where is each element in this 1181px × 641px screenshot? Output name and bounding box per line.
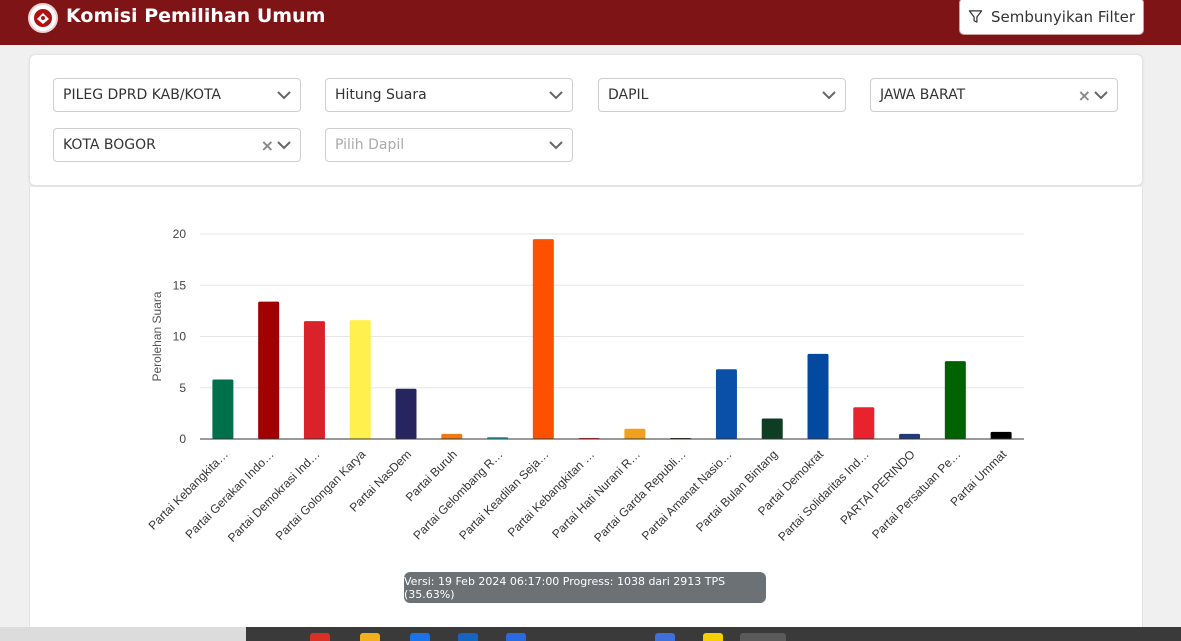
y-axis-label: Perolehan Suara xyxy=(150,291,164,381)
bar-17[interactable] xyxy=(944,361,966,439)
app-icon[interactable] xyxy=(655,633,675,641)
bar-2[interactable] xyxy=(258,301,280,439)
app-icon[interactable] xyxy=(310,633,330,641)
y-tick-label: 20 xyxy=(173,227,187,241)
bar-10[interactable] xyxy=(624,428,646,439)
app-icon[interactable] xyxy=(410,633,430,641)
bar-4[interactable] xyxy=(349,320,371,439)
x-tick-label: Partai Bulan Bintang xyxy=(693,447,780,534)
app-icon[interactable] xyxy=(506,633,526,641)
x-tick-label: Partai Hati Nurani R… xyxy=(549,447,643,541)
y-tick-label: 15 xyxy=(173,278,187,292)
version-progress-info: Versi: 19 Feb 2024 06:17:00 Progress: 10… xyxy=(404,572,766,603)
app-icon[interactable] xyxy=(458,633,478,641)
folder-icon[interactable] xyxy=(360,633,380,641)
bar-15[interactable] xyxy=(853,407,875,439)
x-tick-label: Partai Persatuan Pe… xyxy=(869,447,963,541)
active-app-icon[interactable] xyxy=(740,633,786,641)
x-tick-label: Partai Kebangkitan … xyxy=(505,447,597,539)
bar-18[interactable] xyxy=(990,431,1012,439)
app-icon[interactable] xyxy=(703,633,723,641)
bar-14[interactable] xyxy=(807,353,829,439)
x-tick-label: Partai Solidaritas Ind… xyxy=(775,447,872,544)
x-tick-label: Partai Keadilan Seja… xyxy=(456,447,551,542)
bar-13[interactable] xyxy=(761,418,783,440)
bar-8[interactable] xyxy=(532,239,554,439)
x-tick-label: Partai Amanat Nasio… xyxy=(639,447,735,543)
x-tick-label: Partai Gerakan Indo… xyxy=(182,447,276,541)
y-tick-label: 10 xyxy=(173,330,187,344)
bar-5[interactable] xyxy=(395,388,417,439)
bar-1[interactable] xyxy=(212,379,234,439)
y-tick-label: 5 xyxy=(179,381,186,395)
x-tick-label: Partai Kebangkita… xyxy=(146,447,231,532)
x-tick-label: Partai Demokrasi Ind… xyxy=(225,447,323,545)
x-tick-label: Partai Garda Republi… xyxy=(591,447,689,545)
y-tick-label: 0 xyxy=(179,432,186,446)
x-tick-label: Partai Golongan Karya xyxy=(273,447,369,543)
bar-12[interactable] xyxy=(715,369,737,439)
vote-bar-chart: 0 5 10 15 20 Perolehan Suara Partai Kebangkita… xyxy=(146,227,1024,545)
bar-3[interactable] xyxy=(303,321,325,439)
x-tick-label: Partai Gelombang R… xyxy=(410,447,505,542)
bar-16[interactable] xyxy=(899,433,921,439)
os-taskbar xyxy=(0,627,1181,641)
bar-6[interactable] xyxy=(441,433,463,439)
